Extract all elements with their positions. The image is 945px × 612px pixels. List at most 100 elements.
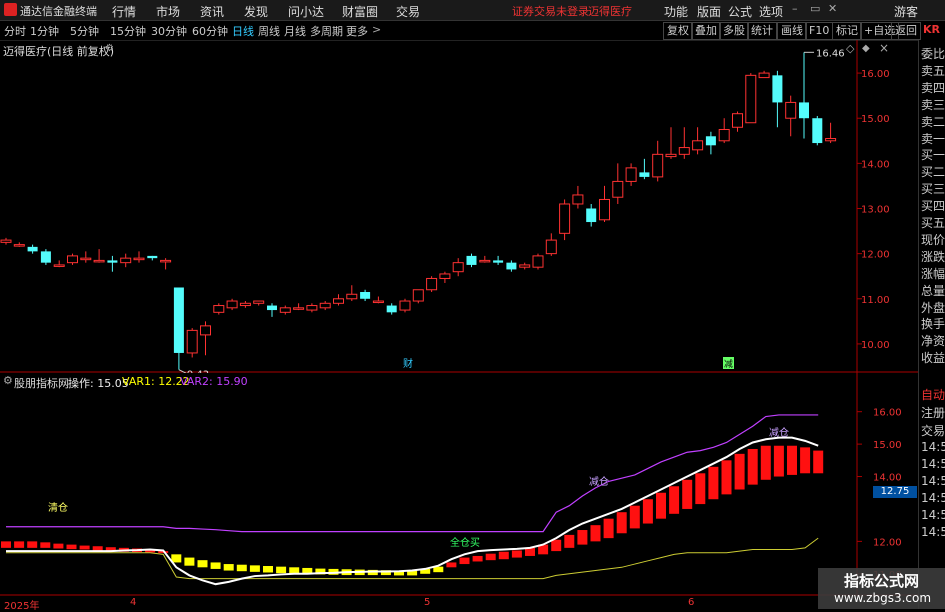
candle-body xyxy=(186,329,198,354)
btn-diejia[interactable]: 叠加 xyxy=(691,22,721,40)
quote-field-label: 委比 xyxy=(921,47,945,61)
candle-body xyxy=(412,289,424,302)
period-fenshi[interactable]: 分时 xyxy=(4,23,26,39)
indicator-tick-label: 15.00 xyxy=(873,440,902,451)
stock-name-top: 迈得医疗 xyxy=(588,5,632,18)
candle-body xyxy=(678,147,690,155)
period-multi[interactable]: 多周期 xyxy=(310,23,343,39)
period-more[interactable]: 更多 xyxy=(346,23,368,39)
menu-wenxiaoda[interactable]: 问小达 xyxy=(288,3,324,20)
candle-body xyxy=(799,102,809,119)
candle-body xyxy=(53,264,65,267)
price-tick-label: 16.00 xyxy=(861,69,890,80)
menu-caifuquan[interactable]: 财富圈 xyxy=(342,3,378,20)
indicator-bar xyxy=(197,560,208,568)
quote-field-label: 买三 xyxy=(921,182,945,197)
candle-body xyxy=(372,300,384,304)
candle-body xyxy=(639,172,650,177)
menu-zixun[interactable]: 资讯 xyxy=(200,3,224,20)
period-weekly[interactable]: 周线 xyxy=(258,23,280,39)
period-monthly[interactable]: 月线 xyxy=(284,23,306,39)
candle-body xyxy=(147,255,158,259)
btn-fuquan[interactable]: 复权 xyxy=(663,22,693,40)
x-axis: 2025年 4 5 6 xyxy=(0,597,918,612)
menu-hangqing[interactable]: 行情 xyxy=(112,3,136,20)
price-tick-label: 15.00 xyxy=(861,114,890,125)
indicator-bar xyxy=(760,445,771,480)
indicator-bar xyxy=(603,518,614,539)
period-15min[interactable]: 15分钟 xyxy=(110,23,146,39)
btn-biaoji[interactable]: 标记 xyxy=(832,22,862,40)
indicator-chart[interactable]: 清仓减仓减仓全仓买 16.0015.0014.0012.0011.00 xyxy=(0,373,918,596)
trade-time: 14:56 xyxy=(921,474,945,488)
indicator-name: 股朋指标网 xyxy=(14,377,69,390)
candle-body xyxy=(0,239,12,243)
menu-gongneng[interactable]: 功能 xyxy=(664,3,688,20)
trade-time: 14:56 xyxy=(921,491,945,505)
menu-jiaoyi[interactable]: 交易 xyxy=(396,3,420,20)
minimize-icon[interactable]: – xyxy=(792,2,798,15)
btn-duogu[interactable]: 多股 xyxy=(719,22,749,40)
btn-huaxian[interactable]: 画线 xyxy=(777,22,807,40)
menu-xuanxiang[interactable]: 选项 xyxy=(759,3,783,20)
indicator-bar xyxy=(79,545,90,550)
restore-icon[interactable]: ▭ xyxy=(810,2,820,15)
trade-link[interactable]: 交易 xyxy=(921,422,945,439)
indicator-bar xyxy=(485,553,496,561)
period-30min[interactable]: 30分钟 xyxy=(151,23,187,39)
period-1min[interactable]: 1分钟 xyxy=(30,23,59,39)
more-chevron-icon[interactable]: > xyxy=(372,23,381,36)
indicator-bar xyxy=(577,530,588,545)
indicator-bar xyxy=(773,445,784,477)
candle-body xyxy=(319,302,331,309)
pin-icon[interactable]: ◆ xyxy=(862,43,870,54)
settings-icon[interactable]: ⚙ xyxy=(105,43,114,54)
diamond-icon[interactable]: ◇ xyxy=(846,42,854,55)
chart-title: 迈得医疗(日线 前复权) xyxy=(3,45,115,58)
close-icon[interactable]: ✕ xyxy=(828,2,837,15)
quote-field-label: 卖一 xyxy=(921,131,945,146)
auto-toggle[interactable]: 自动 xyxy=(921,386,945,403)
candle-body xyxy=(426,277,438,291)
candle-body xyxy=(226,300,238,309)
period-bar: 分时 1分钟 5分钟 15分钟 30分钟 60分钟 日线 周线 月线 多周期 更… xyxy=(0,21,945,41)
app-logo-icon xyxy=(4,3,17,16)
btn-fanhui[interactable]: 返回 xyxy=(891,22,921,40)
candle-body xyxy=(692,140,704,151)
quote-field-label: 卖三 xyxy=(921,97,945,112)
menu-gongshi[interactable]: 公式 xyxy=(728,3,752,20)
period-5min[interactable]: 5分钟 xyxy=(70,23,99,39)
btn-tongji[interactable]: 统计 xyxy=(747,22,777,40)
indicator-bar xyxy=(1,541,11,548)
price-tick-label: 12.00 xyxy=(861,250,890,261)
indicator-bar xyxy=(616,512,627,534)
indicator-bar xyxy=(184,557,195,566)
trade-time: 14:56 xyxy=(921,525,945,539)
close-chart-icon[interactable]: × xyxy=(879,41,889,55)
period-daily[interactable]: 日线 xyxy=(232,23,254,39)
quote-field-label: 总量 xyxy=(921,283,945,298)
menu-faxian[interactable]: 发现 xyxy=(244,3,268,20)
indicator-bar xyxy=(642,499,653,524)
menu-shichang[interactable]: 市场 xyxy=(156,3,180,20)
login-status[interactable]: 证券交易未登录 xyxy=(512,3,589,19)
btn-f10[interactable]: F10 xyxy=(805,22,834,40)
indicator-bar xyxy=(223,564,234,571)
guest-label[interactable]: 游客 xyxy=(894,3,918,20)
marker-cai: 财 xyxy=(403,357,413,370)
candle-body xyxy=(612,180,624,198)
period-60min[interactable]: 60分钟 xyxy=(192,23,228,39)
app-title: 通达信金融终端 xyxy=(20,5,97,18)
indicator-settings-icon[interactable]: ⚙ xyxy=(3,374,13,387)
candle-body xyxy=(120,257,132,264)
candle-body xyxy=(360,292,371,299)
candlestick-chart[interactable]: 16.469.43财减 16.0015.0014.0013.0012.0011.… xyxy=(0,40,918,373)
operation-line xyxy=(6,436,819,586)
register-link[interactable]: 注册 xyxy=(921,404,945,421)
candle-body xyxy=(772,75,783,103)
menu-banmian[interactable]: 版面 xyxy=(697,3,721,20)
candle-body xyxy=(732,113,743,128)
candle-body xyxy=(133,257,145,261)
candle-body xyxy=(333,298,344,304)
indicator-bar xyxy=(682,479,693,509)
